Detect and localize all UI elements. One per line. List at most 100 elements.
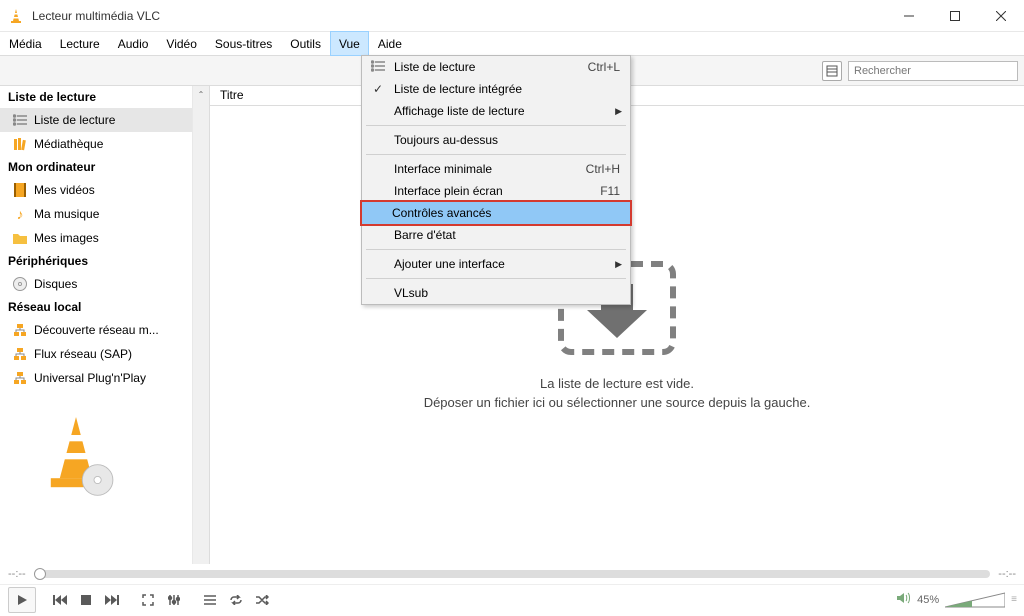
seek-slider[interactable] (34, 570, 991, 578)
network-icon (12, 370, 28, 386)
menu-shortcut: Ctrl+H (586, 162, 620, 176)
next-button[interactable] (100, 589, 124, 611)
menu-shortcut: F11 (600, 184, 620, 198)
sidebar-item-label: Mes images (34, 231, 99, 245)
time-remaining: --:-- (998, 568, 1016, 580)
menu-item-label: Barre d'état (394, 228, 456, 242)
music-icon: ♪ (12, 206, 28, 222)
network-icon (12, 322, 28, 338)
film-icon (12, 182, 28, 198)
submenu-arrow-icon: ▶ (615, 259, 622, 270)
fullscreen-button[interactable] (136, 589, 160, 611)
network-icon (12, 346, 28, 362)
sidebar-item[interactable]: Mes vidéos (0, 178, 209, 202)
prev-button[interactable] (48, 589, 72, 611)
menu-item-label: Ajouter une interface (394, 257, 505, 271)
menu-item[interactable]: Liste de lecture Ctrl+L (362, 56, 630, 78)
menu-item-label: Affichage liste de lecture (394, 104, 525, 118)
sidebar-item[interactable]: Médiathèque (0, 132, 209, 156)
menu-média[interactable]: Média (0, 32, 51, 55)
sidebar-item-label: Mes vidéos (34, 183, 95, 197)
menu-item[interactable]: Interface plein écran F11 (362, 180, 630, 202)
menu-separator (366, 249, 626, 250)
menu-shortcut: Ctrl+L (588, 60, 620, 74)
sidebar-header: Réseau local (0, 296, 209, 318)
sidebar-item-label: Liste de lecture (34, 113, 115, 127)
stop-button[interactable] (74, 589, 98, 611)
vlc-cone-icon (8, 8, 24, 24)
sidebar-header: Mon ordinateur (0, 156, 209, 178)
sidebar-item[interactable]: Flux réseau (SAP) (0, 342, 209, 366)
menu-item[interactable]: ✓ Liste de lecture intégrée (362, 78, 630, 100)
folder-icon (12, 230, 28, 246)
sidebar-header: Périphériques (0, 250, 209, 272)
titlebar: Lecteur multimédia VLC (0, 0, 1024, 32)
sidebar-item-label: Disques (34, 277, 77, 291)
sidebar-item[interactable]: Disques (0, 272, 209, 296)
play-button[interactable] (8, 587, 36, 613)
empty-playlist-title: La liste de lecture est vide. (540, 376, 694, 391)
menu-item[interactable]: Barre d'état (362, 224, 630, 246)
view-mode-button[interactable] (822, 61, 842, 81)
mute-icon[interactable] (897, 592, 911, 607)
playlist-toggle-button[interactable] (198, 589, 222, 611)
sidebar-item[interactable]: Découverte réseau m... (0, 318, 209, 342)
disc-icon (12, 276, 28, 292)
menu-vue[interactable]: Vue (330, 31, 369, 56)
menu-item-label: Interface plein écran (394, 184, 503, 198)
menu-item[interactable]: Contrôles avancés (360, 200, 632, 226)
library-icon (12, 136, 28, 152)
shuffle-button[interactable] (250, 589, 274, 611)
menu-item[interactable]: Interface minimale Ctrl+H (362, 158, 630, 180)
menubar: MédiaLectureAudioVidéoSous-titresOutilsV… (0, 32, 1024, 56)
time-elapsed: --:-- (8, 568, 26, 580)
menu-separator (366, 278, 626, 279)
menu-item[interactable]: Ajouter une interface ▶ (362, 253, 630, 275)
menu-item-label: Interface minimale (394, 162, 492, 176)
volume-percent: 45% (917, 594, 939, 606)
sidebar-item-label: Découverte réseau m... (34, 323, 159, 337)
menu-item-label: Contrôles avancés (392, 206, 491, 220)
sidebar-item-label: Médiathèque (34, 137, 103, 151)
submenu-arrow-icon: ▶ (615, 106, 622, 117)
seek-row: --:-- --:-- (0, 564, 1024, 584)
playlist-icon (370, 60, 386, 75)
empty-playlist-sub: Déposer un fichier ici ou sélectionner u… (424, 395, 811, 410)
menu-item-label: Liste de lecture intégrée (394, 82, 522, 96)
album-art-placeholder (0, 390, 209, 501)
sidebar-item[interactable]: Universal Plug'n'Play (0, 366, 209, 390)
menu-audio[interactable]: Audio (109, 32, 158, 55)
maximize-button[interactable] (932, 0, 978, 31)
menu-item-label: Liste de lecture (394, 60, 475, 74)
sidebar-item-label: Ma musique (34, 207, 99, 221)
loop-button[interactable] (224, 589, 248, 611)
sidebar-item-label: Universal Plug'n'Play (34, 371, 146, 385)
menu-item[interactable]: VLsub (362, 282, 630, 304)
menu-item-label: VLsub (394, 286, 428, 300)
menu-item[interactable]: Toujours au-dessus (362, 129, 630, 151)
volume-bars-icon: ≡ (1011, 594, 1016, 605)
menu-item[interactable]: Affichage liste de lecture ▶ (362, 100, 630, 122)
menu-vidéo[interactable]: Vidéo (157, 32, 205, 55)
sidebar-item[interactable]: Mes images (0, 226, 209, 250)
sidebar-item[interactable]: Liste de lecture (0, 108, 209, 132)
menu-sous-titres[interactable]: Sous-titres (206, 32, 281, 55)
extended-settings-button[interactable] (162, 589, 186, 611)
menu-aide[interactable]: Aide (369, 32, 411, 55)
search-input[interactable]: Rechercher (848, 61, 1018, 81)
view-menu-dropdown: Liste de lecture Ctrl+L ✓ Liste de lecture … (361, 55, 631, 305)
menu-lecture[interactable]: Lecture (51, 32, 109, 55)
menu-item-label: Toujours au-dessus (394, 133, 498, 147)
sidebar: Liste de lecture Liste de lecture Médiathè… (0, 86, 210, 564)
menu-outils[interactable]: Outils (281, 32, 330, 55)
playlist-icon (12, 112, 28, 128)
playback-controls: 45% ≡ (0, 584, 1024, 614)
sidebar-item[interactable]: ♪ Ma musique (0, 202, 209, 226)
check-icon: ✓ (370, 82, 386, 96)
volume-slider[interactable] (945, 591, 1005, 609)
window-title: Lecteur multimédia VLC (32, 9, 886, 23)
minimize-button[interactable] (886, 0, 932, 31)
sidebar-scrollbar[interactable]: ⌃ (192, 86, 209, 564)
sidebar-header: Liste de lecture (0, 86, 209, 108)
close-button[interactable] (978, 0, 1024, 31)
